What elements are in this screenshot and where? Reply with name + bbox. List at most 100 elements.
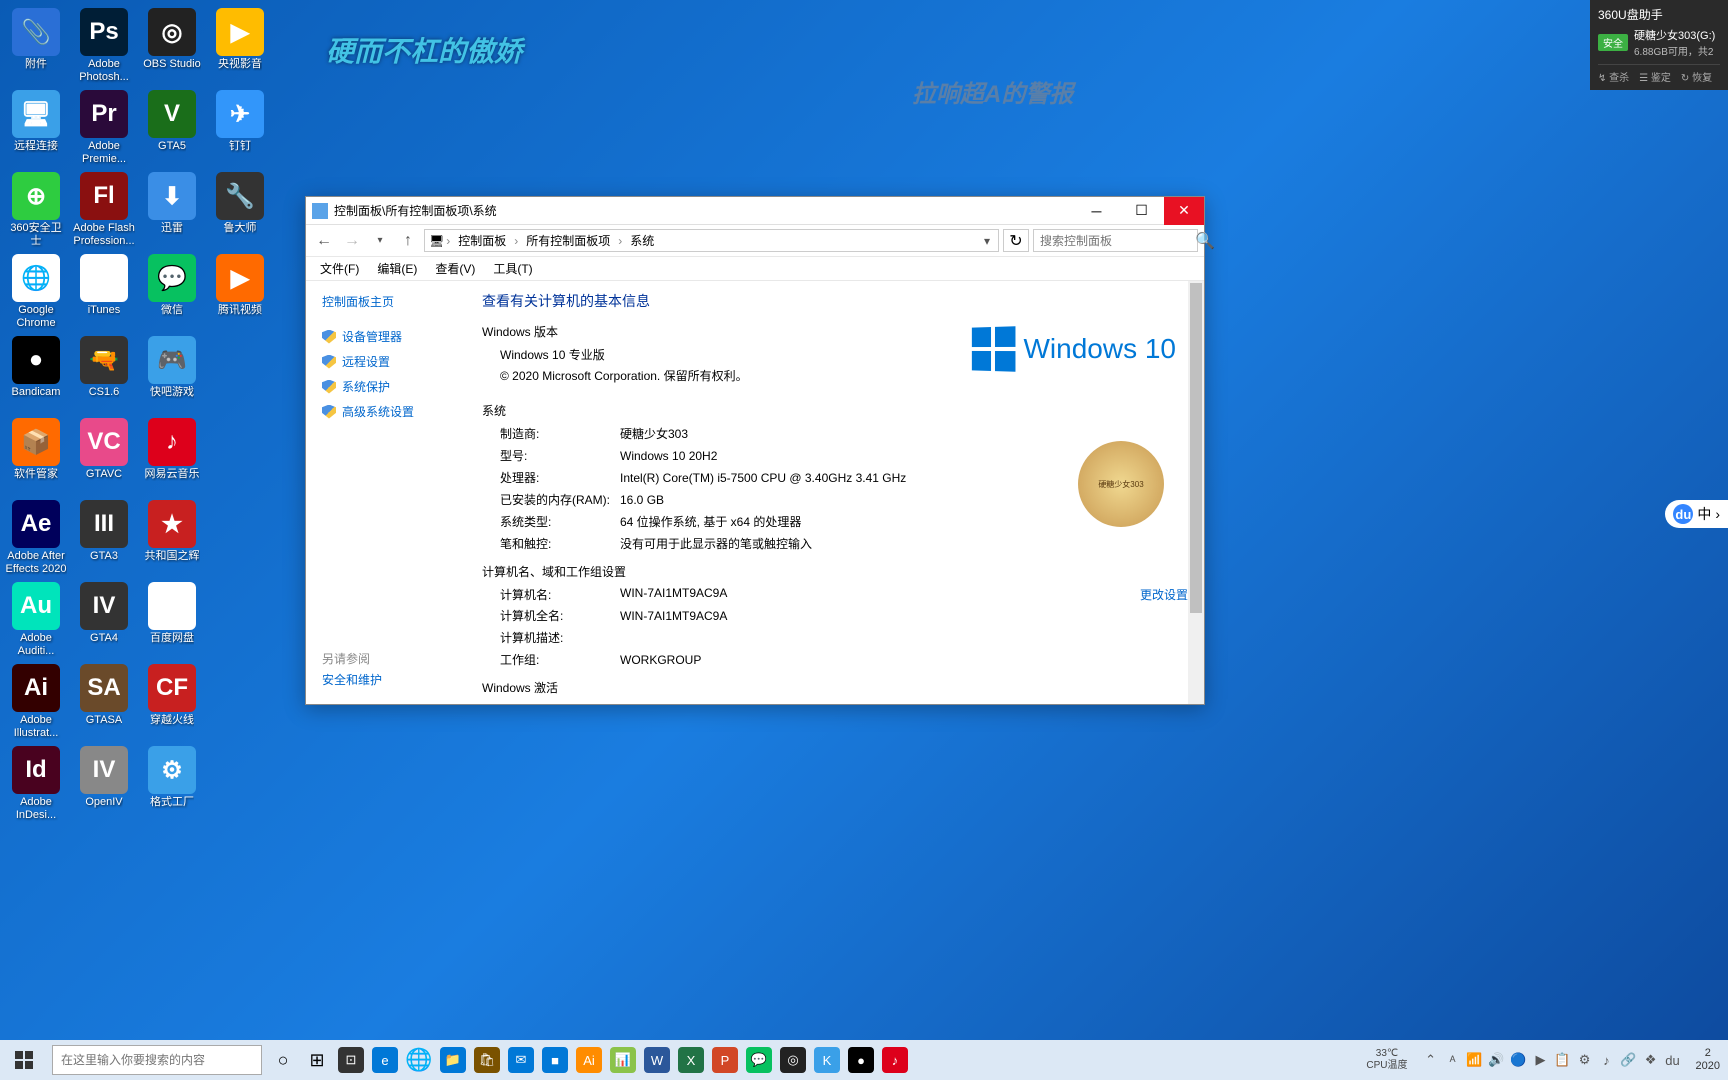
taskbar-app[interactable]: ✉ bbox=[504, 1040, 538, 1080]
task-view-icon[interactable]: ⊞ bbox=[300, 1040, 334, 1080]
nav-forward-button[interactable]: → bbox=[340, 229, 364, 253]
desktop-icon[interactable]: IIIGTA3 bbox=[72, 500, 136, 582]
taskbar-search-input[interactable] bbox=[61, 1053, 253, 1067]
desktop-icon[interactable]: CF穿越火线 bbox=[140, 664, 204, 746]
nav-up-button[interactable]: ↑ bbox=[396, 229, 420, 253]
change-settings-link[interactable]: 更改设置 bbox=[1122, 586, 1188, 603]
breadcrumb-seg-1[interactable]: 所有控制面板项 bbox=[520, 232, 616, 249]
window-titlebar[interactable]: 控制面板\所有控制面板项\系统 ─ ☐ ✕ bbox=[306, 197, 1204, 225]
scrollbar-thumb[interactable] bbox=[1190, 283, 1202, 613]
start-button[interactable] bbox=[0, 1040, 48, 1080]
sidebar-system-protection[interactable]: 系统保护 bbox=[322, 378, 450, 395]
sidebar-security-maintenance[interactable]: 安全和维护 bbox=[322, 671, 382, 688]
desktop-icon[interactable]: ✈钉钉 bbox=[208, 90, 272, 172]
control-panel-search[interactable]: 🔍 bbox=[1033, 229, 1198, 252]
taskbar-search[interactable] bbox=[52, 1045, 262, 1075]
cpu-temp-widget[interactable]: 33℃ CPU温度 bbox=[1358, 1048, 1415, 1072]
baidu-ime-widget[interactable]: du 中 › bbox=[1665, 500, 1728, 528]
desktop-icon[interactable]: 🔧鲁大师 bbox=[208, 172, 272, 254]
menu-view[interactable]: 查看(V) bbox=[427, 258, 483, 279]
menu-file[interactable]: 文件(F) bbox=[312, 258, 367, 279]
desktop-icon[interactable]: 📎附件 bbox=[4, 8, 68, 90]
desktop-icon[interactable]: AiAdobe Illustrat... bbox=[4, 664, 68, 746]
taskbar-app[interactable]: ⊡ bbox=[334, 1040, 368, 1080]
tray-icon[interactable]: 📶 bbox=[1466, 1051, 1484, 1069]
breadcrumb-seg-0[interactable]: 控制面板 bbox=[452, 232, 512, 249]
usb-action-scan[interactable]: ↯ 查杀 bbox=[1598, 69, 1629, 84]
desktop-icon[interactable]: 💬微信 bbox=[140, 254, 204, 336]
tray-icon[interactable]: ⌃ bbox=[1422, 1051, 1440, 1069]
breadcrumb-seg-2[interactable]: 系统 bbox=[624, 232, 660, 249]
desktop-icon[interactable]: ★共和国之辉 bbox=[140, 500, 204, 582]
minimize-button[interactable]: ─ bbox=[1074, 197, 1119, 225]
desktop-icon[interactable]: PsAdobe Photosh... bbox=[72, 8, 136, 90]
menu-tools[interactable]: 工具(T) bbox=[485, 258, 540, 279]
desktop-icon[interactable]: ⬇迅雷 bbox=[140, 172, 204, 254]
desktop-icon[interactable]: ◎OBS Studio bbox=[140, 8, 204, 90]
desktop-icon[interactable]: ▶腾讯视频 bbox=[208, 254, 272, 336]
scrollbar[interactable] bbox=[1188, 281, 1204, 704]
desktop-icon[interactable]: 🔫CS1.6 bbox=[72, 336, 136, 418]
taskbar-app[interactable]: ♪ bbox=[878, 1040, 912, 1080]
desktop-icon[interactable]: ●Bandicam bbox=[4, 336, 68, 418]
tray-icon[interactable]: ᴬ bbox=[1444, 1051, 1462, 1069]
usb-action-identify[interactable]: ☰ 鉴定 bbox=[1639, 69, 1671, 84]
sidebar-remote-settings[interactable]: 远程设置 bbox=[322, 353, 450, 370]
cortana-icon[interactable]: ○ bbox=[266, 1040, 300, 1080]
menu-edit[interactable]: 编辑(E) bbox=[369, 258, 425, 279]
tray-icon[interactable]: ▶ bbox=[1532, 1051, 1550, 1069]
sidebar-advanced-settings[interactable]: 高级系统设置 bbox=[322, 403, 450, 420]
desktop-icon[interactable]: SAGTASA bbox=[72, 664, 136, 746]
license-terms-link[interactable]: 阅读 Microsoft 软件许可条款 bbox=[595, 702, 746, 704]
taskbar-app[interactable]: 📊 bbox=[606, 1040, 640, 1080]
desktop-icon[interactable]: IVOpenIV bbox=[72, 746, 136, 828]
tray-icon[interactable]: ⚙ bbox=[1576, 1051, 1594, 1069]
address-bar[interactable]: 🖥 › 控制面板 › 所有控制面板项 › 系统 ▾ bbox=[424, 229, 999, 252]
desktop-icon[interactable]: IVGTA4 bbox=[72, 582, 136, 664]
taskbar-app[interactable]: 📁 bbox=[436, 1040, 470, 1080]
desktop-icon[interactable]: ▶央视影音 bbox=[208, 8, 272, 90]
taskbar-clock[interactable]: 2 2020 bbox=[1688, 1047, 1728, 1073]
desktop-icon[interactable]: ♪网易云音乐 bbox=[140, 418, 204, 500]
desktop-icon[interactable]: ♫iTunes bbox=[72, 254, 136, 336]
taskbar-app[interactable]: W bbox=[640, 1040, 674, 1080]
taskbar-app[interactable]: e bbox=[368, 1040, 402, 1080]
desktop-icon[interactable]: VCGTAVC bbox=[72, 418, 136, 500]
refresh-button[interactable]: ↻ bbox=[1003, 229, 1029, 252]
taskbar-app[interactable]: 🌐 bbox=[402, 1040, 436, 1080]
desktop-icon[interactable]: ⊕360安全卫士 bbox=[4, 172, 68, 254]
desktop-icon[interactable]: VGTA5 bbox=[140, 90, 204, 172]
desktop-icon[interactable]: AeAdobe After Effects 2020 bbox=[4, 500, 68, 582]
desktop-icon[interactable]: ☁百度网盘 bbox=[140, 582, 204, 664]
desktop-icon[interactable]: AuAdobe Auditi... bbox=[4, 582, 68, 664]
tray-icon[interactable]: 🔊 bbox=[1488, 1051, 1506, 1069]
taskbar-app[interactable]: ◎ bbox=[776, 1040, 810, 1080]
desktop-icon[interactable]: IdAdobe InDesi... bbox=[4, 746, 68, 828]
tray-icon[interactable]: 📋 bbox=[1554, 1051, 1572, 1069]
tray-icon[interactable]: 🔵 bbox=[1510, 1051, 1528, 1069]
tray-icon[interactable]: ❖ bbox=[1642, 1051, 1660, 1069]
taskbar-app[interactable]: Ai bbox=[572, 1040, 606, 1080]
sidebar-device-manager[interactable]: 设备管理器 bbox=[322, 328, 450, 345]
taskbar-app[interactable]: 🛍 bbox=[470, 1040, 504, 1080]
nav-recent-button[interactable]: ▾ bbox=[368, 229, 392, 253]
desktop-icon[interactable]: ⚙格式工厂 bbox=[140, 746, 204, 828]
tray-icon[interactable]: du bbox=[1664, 1051, 1682, 1069]
taskbar-app[interactable]: K bbox=[810, 1040, 844, 1080]
taskbar-app[interactable]: X bbox=[674, 1040, 708, 1080]
tray-icon[interactable]: ♪ bbox=[1598, 1051, 1616, 1069]
taskbar-app[interactable]: ■ bbox=[538, 1040, 572, 1080]
taskbar-app[interactable]: ● bbox=[844, 1040, 878, 1080]
address-dropdown-icon[interactable]: ▾ bbox=[980, 234, 994, 248]
desktop-icon[interactable]: 📦软件管家 bbox=[4, 418, 68, 500]
close-button[interactable]: ✕ bbox=[1164, 197, 1204, 225]
maximize-button[interactable]: ☐ bbox=[1119, 197, 1164, 225]
search-input[interactable] bbox=[1040, 234, 1195, 248]
nav-back-button[interactable]: ← bbox=[312, 229, 336, 253]
desktop-icon[interactable]: FlAdobe Flash Profession... bbox=[72, 172, 136, 254]
desktop-icon[interactable]: 🖥远程连接 bbox=[4, 90, 68, 172]
sidebar-control-panel-home[interactable]: 控制面板主页 bbox=[322, 293, 450, 310]
desktop-icon[interactable]: 🎮快吧游戏 bbox=[140, 336, 204, 418]
desktop-icon[interactable]: 🌐Google Chrome bbox=[4, 254, 68, 336]
usb-action-recover[interactable]: ↻ 恢复 bbox=[1681, 69, 1712, 84]
